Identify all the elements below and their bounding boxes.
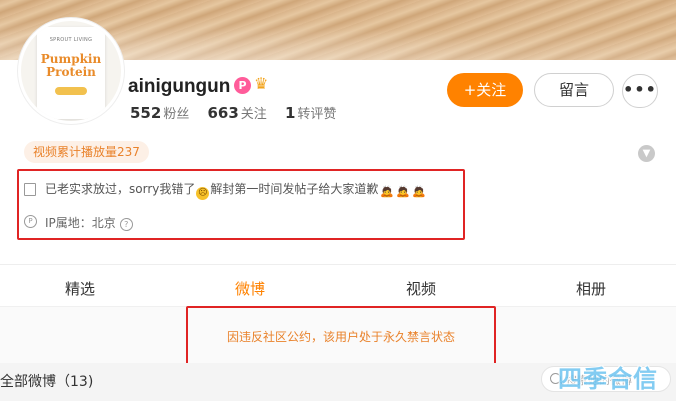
tab-video[interactable]: 视频 — [361, 278, 481, 299]
location-pin-icon: P — [24, 215, 37, 228]
stat-interactions-count: 1 — [284, 104, 296, 122]
more-button[interactable]: ••• — [622, 74, 658, 108]
stat-interactions[interactable]: 1 转评赞 — [284, 104, 337, 122]
all-weibo-label[interactable]: 全部微博（13) — [0, 371, 93, 391]
message-button[interactable]: 留言 — [534, 73, 614, 107]
tab-album[interactable]: 相册 — [531, 278, 651, 299]
bio-icon — [24, 183, 36, 196]
tab-weibo[interactable]: 微博 — [190, 278, 310, 299]
video-play-count-badge: 视频累计播放量237 — [24, 141, 149, 163]
follow-button[interactable]: +关注 — [447, 73, 523, 107]
profile-stats: 552 粉丝 663 关注 1 转评赞 — [130, 103, 350, 122]
verified-p-icon[interactable]: P — [234, 77, 251, 94]
bio-text-suffix: 解封第一时间发帖子给大家道歉 — [210, 182, 379, 196]
stat-fans[interactable]: 552 粉丝 — [130, 104, 190, 122]
tabs-divider — [0, 264, 676, 265]
stat-following[interactable]: 663 关注 — [207, 104, 267, 122]
ban-notice: 因违反社区公约，该用户处于永久禁言状态 — [226, 330, 455, 344]
ip-location-label: IP属地：北京 — [45, 216, 116, 230]
avatar[interactable]: SPROUT LIVING Pumpkin Protein — [18, 18, 124, 124]
stat-fans-label: 粉丝 — [163, 107, 190, 122]
kneel-emoji-icon: 🙇 — [412, 185, 427, 198]
stat-interactions-label: 转评赞 — [297, 107, 337, 122]
kneel-emoji-icon: 🙇 — [380, 185, 395, 198]
bio-text-prefix: 已老实求放过，sorry我错了 — [45, 182, 196, 196]
help-icon[interactable]: ? — [119, 218, 133, 231]
stat-following-label: 关注 — [240, 107, 267, 122]
avatar-product-line2: Protein — [46, 65, 96, 79]
tab-featured[interactable]: 精选 — [20, 278, 140, 299]
avatar-seeds-graphic — [55, 87, 87, 95]
bio-text: 已老实求放过，sorry我错了 ☹ 解封第一时间发帖子给大家道歉 🙇 🙇 🙇 — [45, 180, 426, 200]
avatar-product-line1: Pumpkin — [40, 52, 102, 66]
avatar-product-image: SPROUT LIVING Pumpkin Protein — [37, 27, 105, 119]
stat-following-count: 663 — [207, 104, 239, 122]
ip-location: IP属地：北京? — [45, 214, 133, 231]
chevron-down-icon[interactable]: ▼ — [638, 145, 655, 162]
stat-fans-count: 552 — [130, 104, 162, 122]
watermark: 四季合信 — [558, 365, 658, 393]
crown-icon[interactable]: ♛ — [254, 74, 268, 93]
avatar-brand: SPROUT LIVING — [49, 37, 93, 43]
sad-face-icon: ☹ — [196, 187, 210, 200]
username: ainigungun — [128, 76, 231, 97]
kneel-emoji-icon: 🙇 — [396, 185, 411, 198]
